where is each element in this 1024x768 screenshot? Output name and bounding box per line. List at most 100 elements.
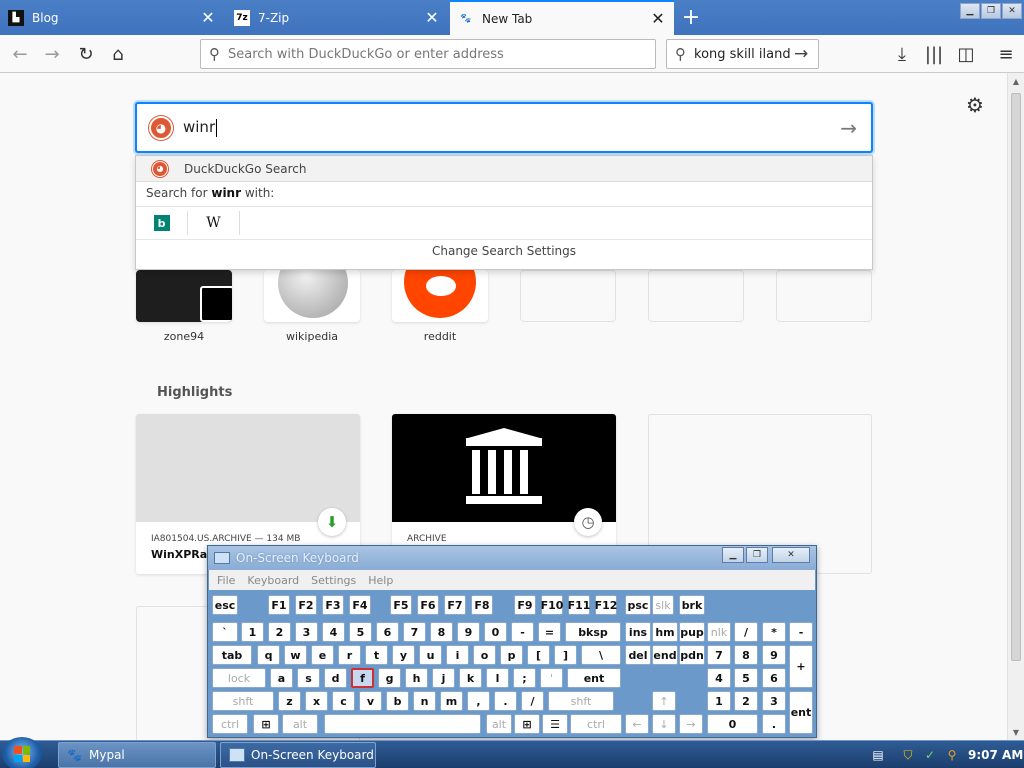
osk-key-h[interactable]: h [405,668,428,688]
osk-key-3[interactable]: 3 [295,622,318,642]
osk-key-sym1-0[interactable]: ` [212,622,238,642]
osk-key-k[interactable]: k [459,668,482,688]
osk-key-o[interactable]: o [473,645,496,665]
osk-key-2[interactable]: 2 [268,622,291,642]
osk-key-shft[interactable]: shft [548,691,614,711]
osk-key-g[interactable]: g [378,668,401,688]
osk-key-f[interactable]: f [351,668,374,688]
close-window-icon[interactable]: ✕ [1002,3,1022,19]
osk-key-y[interactable]: y [392,645,415,665]
osk-key-f10[interactable]: F10 [541,595,563,615]
osk-key-4[interactable]: 4 [707,668,731,688]
osk-key-sym1-20[interactable]: - [789,622,813,642]
wikipedia-engine-button[interactable]: W [188,211,240,235]
scroll-up-icon[interactable]: ▲ [1008,73,1024,89]
osk-key-sym3-10[interactable]: ; [513,668,536,688]
osk-key-a[interactable]: a [270,668,293,688]
osk-key-6[interactable]: 6 [762,668,786,688]
bing-engine-button[interactable]: b [136,211,188,235]
osk-key-2[interactable]: 2 [734,691,758,711]
osk-key-nlk[interactable]: nlk [707,622,731,642]
url-bar[interactable]: ⚲ Search with DuckDuckGo or enter addres… [200,39,656,69]
reload-icon[interactable]: ↻ [72,40,100,68]
osk-key-sym5-7[interactable]: ← [625,714,649,734]
osk-key-1[interactable]: 1 [707,691,731,711]
osk-key-9[interactable]: 9 [457,622,480,642]
osk-key-6[interactable]: 6 [376,622,399,642]
close-tab-icon[interactable]: ✕ [650,9,666,28]
osk-key-tab[interactable]: tab [212,645,252,665]
osk-key-sym5-4[interactable]: ⊞ [514,714,540,734]
osk-key-pdn[interactable]: pdn [679,645,705,665]
osk-key-alt[interactable]: alt [486,714,512,734]
menu-settings[interactable]: Settings [311,574,356,587]
menu-keyboard[interactable]: Keyboard [247,574,299,587]
scrollbar-thumb[interactable] [1011,93,1021,661]
osk-key-f12[interactable]: F12 [595,595,617,615]
osk-key-sym1-18[interactable]: / [734,622,758,642]
tab-7zip[interactable]: 7z 7-Zip ✕ [226,0,448,35]
osk-key-sym5-9[interactable]: → [679,714,703,734]
osk-key-f5[interactable]: F5 [390,595,412,615]
close-tab-icon[interactable]: ✕ [200,8,216,27]
osk-key-psc[interactable]: psc [625,595,651,615]
osk-key-z[interactable]: z [278,691,301,711]
osk-key-bksp[interactable]: bksp [565,622,621,642]
top-site-reddit[interactable] [392,270,488,322]
change-search-settings-link[interactable]: Change Search Settings [136,244,872,258]
osk-key-e[interactable]: e [311,645,334,665]
osk-key-f6[interactable]: F6 [417,595,439,615]
osk-key-m[interactable]: m [440,691,463,711]
forward-arrow-icon[interactable]: → [38,40,66,68]
osk-key-shft[interactable]: shft [212,691,274,711]
suggestion-row[interactable]: ◕ DuckDuckGo Search [136,156,872,182]
osk-key-lock[interactable]: lock [212,668,266,688]
osk-key-0[interactable]: 0 [707,714,758,734]
osk-key-sym5-8[interactable]: ↓ [652,714,676,734]
downloads-icon[interactable]: ⤓ [888,40,916,68]
osk-key-sym1-11[interactable]: - [511,622,534,642]
new-tab-plus-icon[interactable]: + [678,4,704,30]
osk-key-sym2-12[interactable]: ] [554,645,577,665]
osk-key-i[interactable]: i [446,645,469,665]
osk-key-f9[interactable]: F9 [514,595,536,615]
start-button[interactable] [2,737,42,768]
osk-key-d[interactable]: d [324,668,347,688]
osk-key-sym5-5[interactable]: ☰ [542,714,568,734]
osk-key-8[interactable]: 8 [734,645,758,665]
tab-new-tab[interactable]: 🐾 New Tab ✕ [450,0,674,35]
osk-key-alt[interactable]: alt [282,714,318,734]
osk-key-sym5-11[interactable]: . [762,714,786,734]
sidebar-icon[interactable]: ◫ [952,40,980,68]
library-icon[interactable]: ||| [920,40,948,68]
osk-key-ctrl[interactable]: ctrl [570,714,622,734]
osk-key-1[interactable]: 1 [241,622,264,642]
osk-key-j[interactable]: j [432,668,455,688]
scroll-down-icon[interactable]: ▼ [1008,724,1024,740]
osk-key-b[interactable]: b [386,691,409,711]
osk-key-pup[interactable]: pup [679,622,705,642]
search-bar[interactable]: ⚲ kong skill iland → [666,39,819,69]
osk-key-brk[interactable]: brk [679,595,705,615]
osk-key-sym2-13[interactable]: \ [581,645,621,665]
search-go-arrow-icon[interactable]: → [794,44,818,64]
osk-key-5[interactable]: 5 [734,668,758,688]
taskbar-button-mypal[interactable]: 🐾 Mypal [58,742,216,768]
osk-key-sym4-12[interactable]: ↑ [652,691,676,711]
minimize-icon[interactable]: ▁ [960,3,980,19]
top-site-wikipedia[interactable] [264,270,360,322]
osk-key-sym4-9[interactable]: . [494,691,517,711]
osk-key-0[interactable]: 0 [484,622,507,642]
osk-key-9[interactable]: 9 [762,645,786,665]
osk-key-r[interactable]: r [338,645,361,665]
top-site-zone94[interactable] [136,270,232,322]
search-submit-arrow-icon[interactable]: → [840,116,857,140]
osk-key-x[interactable]: x [305,691,328,711]
maximize-icon[interactable]: ❐ [746,547,768,563]
menu-help[interactable]: Help [368,574,393,587]
osk-key-5[interactable]: 5 [349,622,372,642]
search-icon[interactable]: ⚲ [944,747,960,763]
osk-key-p[interactable]: p [500,645,523,665]
osk-key-sym4-10[interactable]: / [521,691,544,711]
home-icon[interactable]: ⌂ [104,40,132,68]
